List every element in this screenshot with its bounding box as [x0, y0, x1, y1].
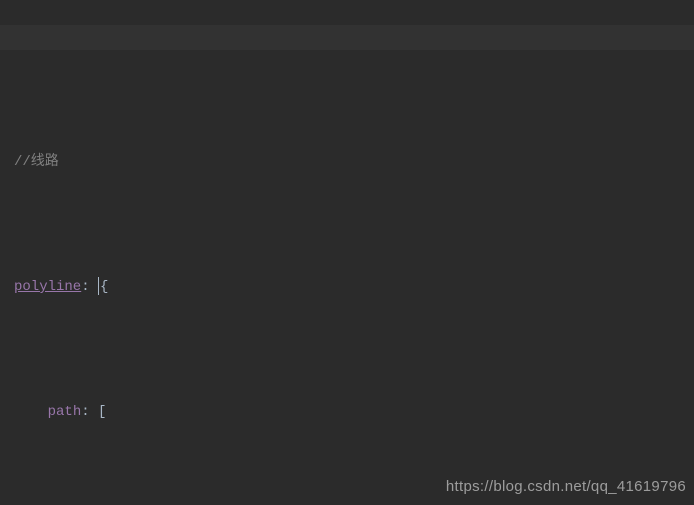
text-cursor	[98, 277, 99, 295]
code-line: polyline: {	[14, 275, 694, 300]
path-key: path	[48, 404, 82, 420]
polyline-key: polyline	[14, 279, 81, 295]
code-line: path: [	[14, 400, 694, 425]
code-editor: //线路 polyline: { path: [ [108.864231, 34…	[0, 0, 694, 505]
comment-top: //线路	[14, 154, 59, 170]
watermark: https://blog.csdn.net/qq_41619796	[446, 474, 686, 499]
code-line: //线路	[14, 150, 694, 175]
